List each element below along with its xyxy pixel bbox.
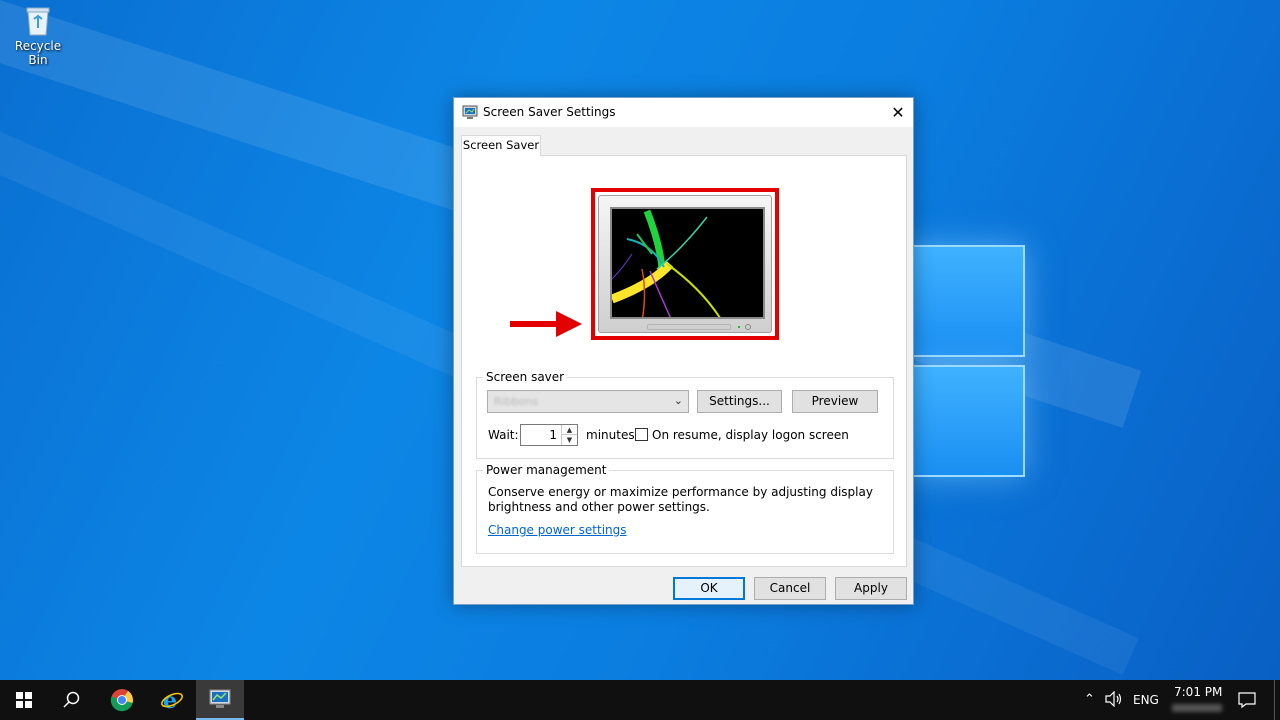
stepper-arrows[interactable]: ▲ ▼: [561, 425, 577, 445]
chrome-icon: [110, 689, 133, 712]
windows-logo-wallpaper: [905, 205, 1035, 505]
start-button[interactable]: [0, 680, 48, 720]
screen-saver-icon: [462, 104, 478, 120]
screen-saver-dropdown[interactable]: Ribbons ⌄: [487, 390, 689, 413]
stepper-down-icon[interactable]: ▼: [562, 435, 577, 445]
stepper-up-icon[interactable]: ▲: [562, 425, 577, 435]
monitor-preview: [598, 195, 772, 333]
clock-time[interactable]: 7:01 PM: [1174, 685, 1222, 699]
internet-explorer-taskbar-button[interactable]: e: [148, 680, 196, 720]
recycle-bin[interactable]: Recycle Bin: [4, 6, 72, 67]
internet-explorer-icon: e: [161, 688, 183, 712]
preview-button[interactable]: Preview: [792, 390, 878, 413]
cancel-button[interactable]: Cancel: [754, 577, 826, 600]
recycle-bin-label: Recycle Bin: [14, 39, 62, 67]
recycle-bin-icon: [25, 6, 51, 36]
tab-screen-saver[interactable]: Screen Saver: [461, 135, 541, 156]
red-arrow-icon: [510, 311, 582, 337]
power-description-line1: Conserve energy or maximize performance …: [488, 485, 873, 499]
power-description-line2: brightness and other power settings.: [488, 500, 710, 514]
close-button[interactable]: ✕: [883, 98, 913, 127]
screen-saver-taskbar-button[interactable]: [196, 680, 244, 720]
screen-saver-group-label: Screen saver: [483, 370, 568, 384]
preview-highlight-box: [591, 188, 779, 340]
dialog-title: Screen Saver Settings: [483, 105, 616, 119]
start-icon: [16, 692, 32, 708]
power-management-label: Power management: [483, 463, 610, 477]
wait-minutes-stepper[interactable]: 1 ▲ ▼: [520, 424, 578, 446]
screen-saver-settings-dialog: Screen Saver Settings ✕ Screen Saver Scr…: [453, 97, 914, 605]
language-indicator[interactable]: ENG: [1133, 693, 1159, 707]
wait-value[interactable]: 1: [549, 428, 557, 442]
screen-saver-preview: [610, 207, 765, 319]
change-power-settings-link[interactable]: Change power settings: [488, 523, 627, 537]
apply-button[interactable]: Apply: [835, 577, 907, 600]
screen-saver-settings-icon: [209, 689, 231, 708]
minutes-label: minutes: [586, 428, 635, 442]
chevron-down-icon: ⌄: [673, 394, 683, 407]
chrome-taskbar-button[interactable]: [98, 680, 146, 720]
taskbar: e ⌃ ENG 7:01 PM: [0, 680, 1280, 720]
show-hidden-icons-chevron-icon[interactable]: ⌃: [1084, 692, 1095, 707]
tab-panel: Screen saver Ribbons ⌄ Settings... Previ…: [461, 155, 907, 567]
dialog-titlebar[interactable]: Screen Saver Settings ✕: [454, 98, 913, 127]
volume-icon[interactable]: [1105, 690, 1123, 710]
show-desktop-divider[interactable]: [1274, 680, 1275, 720]
search-button[interactable]: [48, 680, 96, 720]
svg-text:e: e: [163, 688, 177, 712]
wait-label: Wait:: [488, 428, 519, 442]
logon-checkbox-label[interactable]: On resume, display logon screen: [652, 428, 849, 442]
blurred-date: [1172, 704, 1222, 712]
settings-button[interactable]: Settings...: [697, 390, 782, 413]
search-icon: [63, 691, 80, 708]
logon-checkbox[interactable]: [635, 428, 648, 441]
ok-button[interactable]: OK: [673, 577, 745, 600]
screen-saver-selected-value: Ribbons: [494, 395, 539, 408]
close-icon: ✕: [891, 103, 905, 122]
notifications-icon[interactable]: [1238, 691, 1256, 712]
